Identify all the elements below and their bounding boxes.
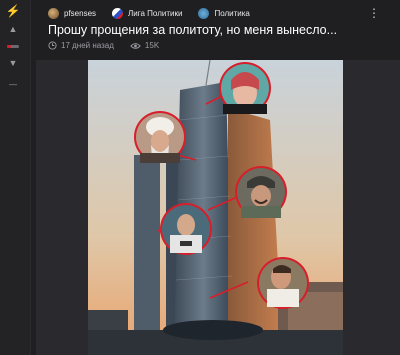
- post-views: 15K: [144, 41, 160, 50]
- post-image-container[interactable]: [36, 60, 400, 355]
- post-title[interactable]: Прошу прощения за политоту, но меня выне…: [48, 23, 337, 37]
- downvote-icon[interactable]: ▼: [0, 58, 26, 68]
- portrait-woman: [219, 62, 271, 114]
- post-image[interactable]: [88, 60, 343, 355]
- collapse-dash-icon[interactable]: —: [0, 80, 26, 89]
- bolt-icon[interactable]: ⚡: [0, 4, 26, 18]
- upvote-icon[interactable]: ▲: [0, 24, 26, 34]
- post-meta: pfsenses Лига Политики Политика: [48, 6, 250, 20]
- portrait-man-turban: [134, 111, 186, 163]
- tag-avatar[interactable]: [198, 7, 210, 19]
- eye-icon: [130, 42, 141, 49]
- author-name[interactable]: pfsenses: [64, 9, 96, 18]
- portrait-man-soldier: [235, 166, 287, 218]
- rating-bar-icon: [7, 45, 19, 48]
- clock-icon: [48, 41, 57, 50]
- post-stats: 17 дней назад 15K: [48, 41, 159, 50]
- community-name[interactable]: Лига Политики: [128, 9, 182, 18]
- portrait-man-gamer: [160, 203, 212, 255]
- more-icon[interactable]: ⋮: [368, 6, 381, 20]
- community-avatar[interactable]: [112, 7, 124, 19]
- post-time: 17 дней назад: [61, 41, 114, 50]
- portrait-man-tanktop: [257, 257, 309, 309]
- left-rating-rail: ⚡ ▲ ▼ —: [0, 0, 31, 355]
- author-avatar[interactable]: [48, 7, 59, 19]
- tag-name[interactable]: Политика: [214, 9, 249, 18]
